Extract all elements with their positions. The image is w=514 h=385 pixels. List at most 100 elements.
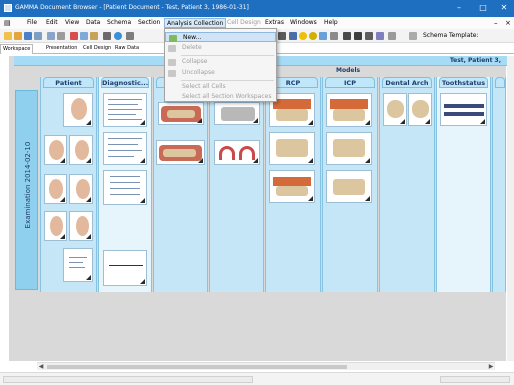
menu-edit[interactable]: Edit [46,19,58,26]
menu-data[interactable]: Data [86,19,100,26]
tab-raw-data[interactable]: Raw Data [113,44,141,54]
patient-photo-profile-right[interactable] [69,135,93,165]
tab-cell-design[interactable]: Cell Design [81,44,113,54]
analysis-collection-menu: New... Delete Collapse Uncollapse Select… [164,28,277,102]
column-header-partial[interactable] [495,77,505,88]
intraoral-arch-shape[interactable] [214,140,260,165]
diagnostic-drawing-figures[interactable] [103,250,147,286]
highlight-icon[interactable] [299,32,307,40]
patient-photo-oblique-right[interactable] [69,174,93,204]
models-group-header: Models [270,67,505,76]
table-icon[interactable] [289,32,297,40]
patient-photo-smile[interactable] [44,135,67,165]
settings-icon[interactable] [388,32,396,40]
intraoral-photo-lower[interactable] [156,140,205,165]
dental-arch-upper[interactable] [383,93,407,126]
column-header-patient[interactable]: Patient [43,77,94,88]
scroll-thumb[interactable] [47,365,347,369]
delete-icon [168,45,176,52]
column-header-diagnostic[interactable]: Diagnostic... [101,77,149,88]
menu-item-collapse[interactable]: Collapse [165,57,276,67]
examination-row-header[interactable]: Examination 2014-02-10 [15,90,38,290]
column-diagnostic: Diagnostic... [98,77,152,292]
info-icon[interactable] [114,32,122,40]
app-menu-icon[interactable]: ▤ [4,19,11,27]
import-icon[interactable] [354,32,362,40]
measure-icon[interactable] [376,32,384,40]
open-folder-icon[interactable] [14,32,22,40]
uncollapse-icon [168,70,176,77]
column-rcp: RCP [265,77,321,292]
menu-windows[interactable]: Windows [290,19,317,26]
menu-item-delete[interactable]: Delete [165,43,276,53]
copy-icon[interactable] [80,32,88,40]
diagnostic-form-1[interactable] [103,93,147,127]
diagnostic-form-2[interactable] [103,132,147,165]
tab-workspace[interactable]: Workspace [0,44,34,54]
print-preview-icon[interactable] [47,32,55,40]
print-icon[interactable] [57,32,65,40]
paste-icon[interactable] [90,32,98,40]
schema-template-label: Schema Template: [423,32,479,39]
cut-icon[interactable] [70,32,78,40]
menu-view[interactable]: View [65,19,79,26]
menu-schema[interactable]: Schema [107,19,131,26]
column-header-toothstatus[interactable]: Toothstatus [439,77,488,88]
column-header-icp[interactable]: ICP [325,77,375,88]
mdi-close-icon[interactable]: × [505,19,511,27]
close-button[interactable]: ✕ [497,3,511,14]
marker-icon[interactable] [309,32,317,40]
save-all-icon[interactable] [34,32,42,40]
rcp-model-right[interactable] [269,170,315,203]
intraoral-photo-upper[interactable] [158,102,204,125]
column-icp: ICP [322,77,378,292]
patient-document-page[interactable] [63,248,93,282]
patient-photo-lateral-right[interactable] [69,211,93,241]
patient-photo-lateral-left[interactable] [44,211,67,241]
diagnostic-form-3[interactable] [103,170,147,205]
menu-cell-design[interactable]: Cell Design [227,19,261,26]
export-icon[interactable] [365,32,373,40]
column-header-dental-arch[interactable]: Dental Arch [382,77,432,88]
column-intraoral-2 [209,77,264,292]
new-collection-icon [169,35,177,42]
toothstatus-chart[interactable] [440,93,487,126]
camera-icon[interactable] [343,32,351,40]
menu-item-new[interactable]: New... [165,32,276,42]
scroll-left-icon[interactable]: ◀ [37,363,45,371]
menu-analysis-collection[interactable]: Analysis Collection [164,18,227,28]
tab-presentation[interactable]: Presentation [44,44,79,54]
menu-file[interactable]: File [27,19,37,26]
icp-model-front[interactable] [326,93,372,127]
menu-item-select-all-cells[interactable]: Select all Cells [165,82,276,92]
icp-model-right[interactable] [326,170,372,203]
patient-photo-oblique-left[interactable] [44,174,67,204]
horizontal-scrollbar[interactable]: ◀ ▶ [37,362,495,370]
menu-help[interactable]: Help [324,19,338,26]
maximize-button[interactable]: □ [476,3,490,14]
vertical-scrollbar[interactable] [507,56,514,361]
layout-icon[interactable] [278,32,286,40]
icp-model-left[interactable] [326,132,372,165]
mdi-minimize-icon[interactable]: – [494,19,498,27]
rcp-model-left[interactable] [269,132,315,165]
menu-item-uncollapse[interactable]: Uncollapse [165,68,276,78]
app-icon [4,4,12,12]
scroll-right-icon[interactable]: ▶ [487,363,495,371]
grid-view-icon[interactable] [103,32,111,40]
save-icon[interactable] [24,32,32,40]
menu-section[interactable]: Section [138,19,160,26]
patient-photo-frontal[interactable] [63,93,93,127]
new-document-icon[interactable] [4,32,12,40]
menu-extras[interactable]: Extras [265,19,284,26]
properties-icon[interactable] [126,32,134,40]
usb-icon[interactable] [330,32,338,40]
minimize-button[interactable]: – [452,3,466,14]
link-icon[interactable] [319,32,327,40]
status-segment-right [440,376,510,383]
intraoral-photo-occlusal[interactable] [214,102,260,125]
schema-icon[interactable] [409,32,417,40]
dental-arch-lower[interactable] [408,93,432,126]
menu-item-select-all-section-workspaces[interactable]: Select all Section Workspaces [165,92,276,102]
window-title: GAMMA Document Browser - [Patient Docume… [15,4,249,11]
